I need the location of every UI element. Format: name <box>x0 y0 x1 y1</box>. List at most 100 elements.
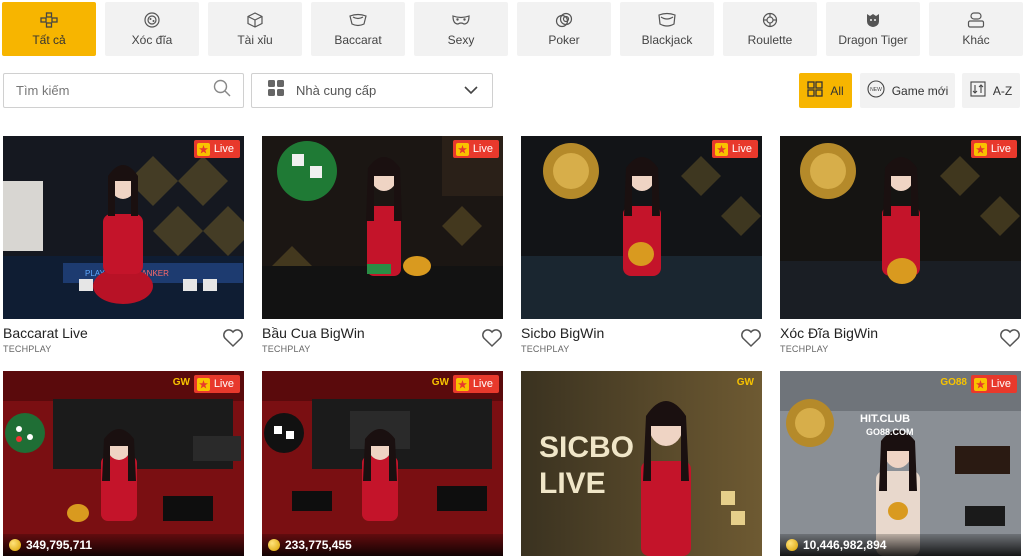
tab-label: Khác <box>962 32 990 47</box>
dice-icon <box>245 11 265 28</box>
roulette-icon <box>760 12 780 28</box>
other-icon <box>966 11 986 28</box>
tab-xoc-dia[interactable]: Xóc đĩa <box>105 2 199 56</box>
favorite-heart-icon[interactable] <box>999 328 1021 348</box>
tab-label: Sexy <box>447 32 475 47</box>
search-input[interactable] <box>16 83 213 98</box>
coin-icon <box>786 539 798 551</box>
live-label: Live <box>990 143 1011 155</box>
game-card[interactable]: Live Xóc Đĩa BigWin TECHPLAY <box>780 136 1021 371</box>
provider-dropdown[interactable]: Nhà cung cấp <box>251 73 493 108</box>
tab-sexy[interactable]: Sexy <box>414 2 508 56</box>
coin-icon <box>268 539 280 551</box>
live-label: Live <box>213 378 234 390</box>
tab-other[interactable]: Khác <box>929 2 1023 56</box>
tab-dragon-tiger[interactable]: Dragon Tiger <box>826 2 920 56</box>
tab-baccarat[interactable]: Baccarat <box>311 2 405 56</box>
game-grid: PLAYER BANKER Live Baccarat Live TECHPLA… <box>3 136 1021 556</box>
favorite-heart-icon[interactable] <box>481 328 503 348</box>
star-icon <box>455 377 469 391</box>
search-icon[interactable] <box>213 79 231 102</box>
game-meta: Baccarat Live TECHPLAY <box>3 319 244 371</box>
tab-poker[interactable]: Poker <box>517 2 611 56</box>
go88-domain-label: GO88.COM <box>866 427 914 437</box>
filter-new-button[interactable]: NEW Game mới <box>860 73 955 108</box>
favorite-heart-icon[interactable] <box>222 328 244 348</box>
provider-label: Nhà cung cấp <box>296 83 377 98</box>
dragon-tiger-icon <box>863 12 883 28</box>
star-icon <box>714 142 728 156</box>
xoc-dia-icon <box>142 11 162 28</box>
sort-icon <box>970 81 986 100</box>
game-name[interactable]: Baccarat Live <box>3 325 244 341</box>
game-thumbnail[interactable]: Live <box>262 136 503 319</box>
search-box <box>3 73 244 108</box>
game-meta: Xóc Đĩa BigWin TECHPLAY <box>780 319 1021 371</box>
filter-all-button[interactable]: All <box>799 73 852 108</box>
tab-roulette[interactable]: Roulette <box>723 2 817 56</box>
tab-label: Dragon Tiger <box>838 32 908 47</box>
game-provider: TECHPLAY <box>521 344 570 354</box>
game-thumbnail[interactable]: PLAYER BANKER Live <box>3 136 244 319</box>
svg-text:NEW: NEW <box>870 87 882 93</box>
grid-view-icon <box>807 81 823 100</box>
game-thumbnail[interactable]: GW SICBO LIVE <box>521 371 762 556</box>
sicbo-subtitle: LIVE <box>539 467 606 500</box>
game-provider: TECHPLAY <box>3 344 52 354</box>
jackpot-value: 10,446,982,894 <box>803 538 887 552</box>
game-thumbnail[interactable]: Live <box>780 136 1021 319</box>
game-provider: TECHPLAY <box>262 344 311 354</box>
sort-az-button[interactable]: A-Z <box>962 73 1020 108</box>
jackpot-bar: 233,775,455 <box>262 534 503 556</box>
game-card[interactable]: Live Sicbo BigWin TECHPLAY <box>521 136 762 371</box>
star-icon <box>973 142 987 156</box>
poker-chips-icon <box>554 12 574 28</box>
hitclub-label: HIT.CLUB <box>860 413 911 425</box>
live-label: Live <box>213 143 234 155</box>
chevron-down-icon <box>464 82 478 100</box>
live-label: Live <box>472 143 493 155</box>
tab-tai-xiu[interactable]: Tài xỉu <box>208 2 302 56</box>
game-thumbnail[interactable]: GW Live 349,795,711 <box>3 371 244 556</box>
live-label: Live <box>472 378 493 390</box>
game-name[interactable]: Sicbo BigWin <box>521 325 762 341</box>
live-badge: Live <box>193 140 240 158</box>
tab-label: Xóc đĩa <box>131 32 173 47</box>
game-card[interactable]: GW SICBO LIVE <box>521 371 762 556</box>
game-meta: Bầu Cua BigWin TECHPLAY <box>262 319 503 371</box>
filter-new-label: Game mới <box>891 83 949 98</box>
jackpot-bar: 349,795,711 <box>3 534 244 556</box>
game-provider: TECHPLAY <box>780 344 829 354</box>
tab-label: Poker <box>548 32 580 47</box>
coin-icon <box>9 539 21 551</box>
game-card[interactable]: GW Live 233,775,455 <box>262 371 503 556</box>
game-logo: GO88 <box>940 377 967 388</box>
game-thumbnail[interactable]: GO88 HIT.CLUB GO88.COM Live 10,446,982,8… <box>780 371 1021 556</box>
game-card[interactable]: Live Bầu Cua BigWin TECHPLAY <box>262 136 503 371</box>
star-icon <box>973 377 987 391</box>
filter-all-label: All <box>830 83 844 98</box>
tab-all[interactable]: Tất cả <box>2 2 96 56</box>
baccarat-icon <box>348 12 368 28</box>
live-badge: Live <box>970 140 1017 158</box>
star-icon <box>455 142 469 156</box>
live-badge: Live <box>193 375 240 393</box>
game-card[interactable]: PLAYER BANKER Live Baccarat Live TECHPLA… <box>3 136 244 371</box>
tab-label: Baccarat <box>334 32 382 47</box>
star-icon <box>196 377 210 391</box>
game-card[interactable]: GW Live 349,795,711 <box>3 371 244 556</box>
favorite-heart-icon[interactable] <box>740 328 762 348</box>
jackpot-value: 349,795,711 <box>26 538 93 552</box>
game-thumbnail[interactable]: GW Live 233,775,455 <box>262 371 503 556</box>
star-icon <box>196 142 210 156</box>
tab-blackjack[interactable]: Blackjack <box>620 2 714 56</box>
mask-icon <box>451 12 471 28</box>
jackpot-bar: 10,446,982,894 <box>780 534 1021 556</box>
game-name[interactable]: Xóc Đĩa BigWin <box>780 325 1021 341</box>
game-name[interactable]: Bầu Cua BigWin <box>262 325 503 341</box>
game-meta: Sicbo BigWin TECHPLAY <box>521 319 762 371</box>
live-badge: Live <box>711 140 758 158</box>
game-card[interactable]: GO88 HIT.CLUB GO88.COM Live 10,446,982,8… <box>780 371 1021 556</box>
game-thumbnail[interactable]: Live <box>521 136 762 319</box>
new-badge-icon: NEW <box>867 80 885 101</box>
